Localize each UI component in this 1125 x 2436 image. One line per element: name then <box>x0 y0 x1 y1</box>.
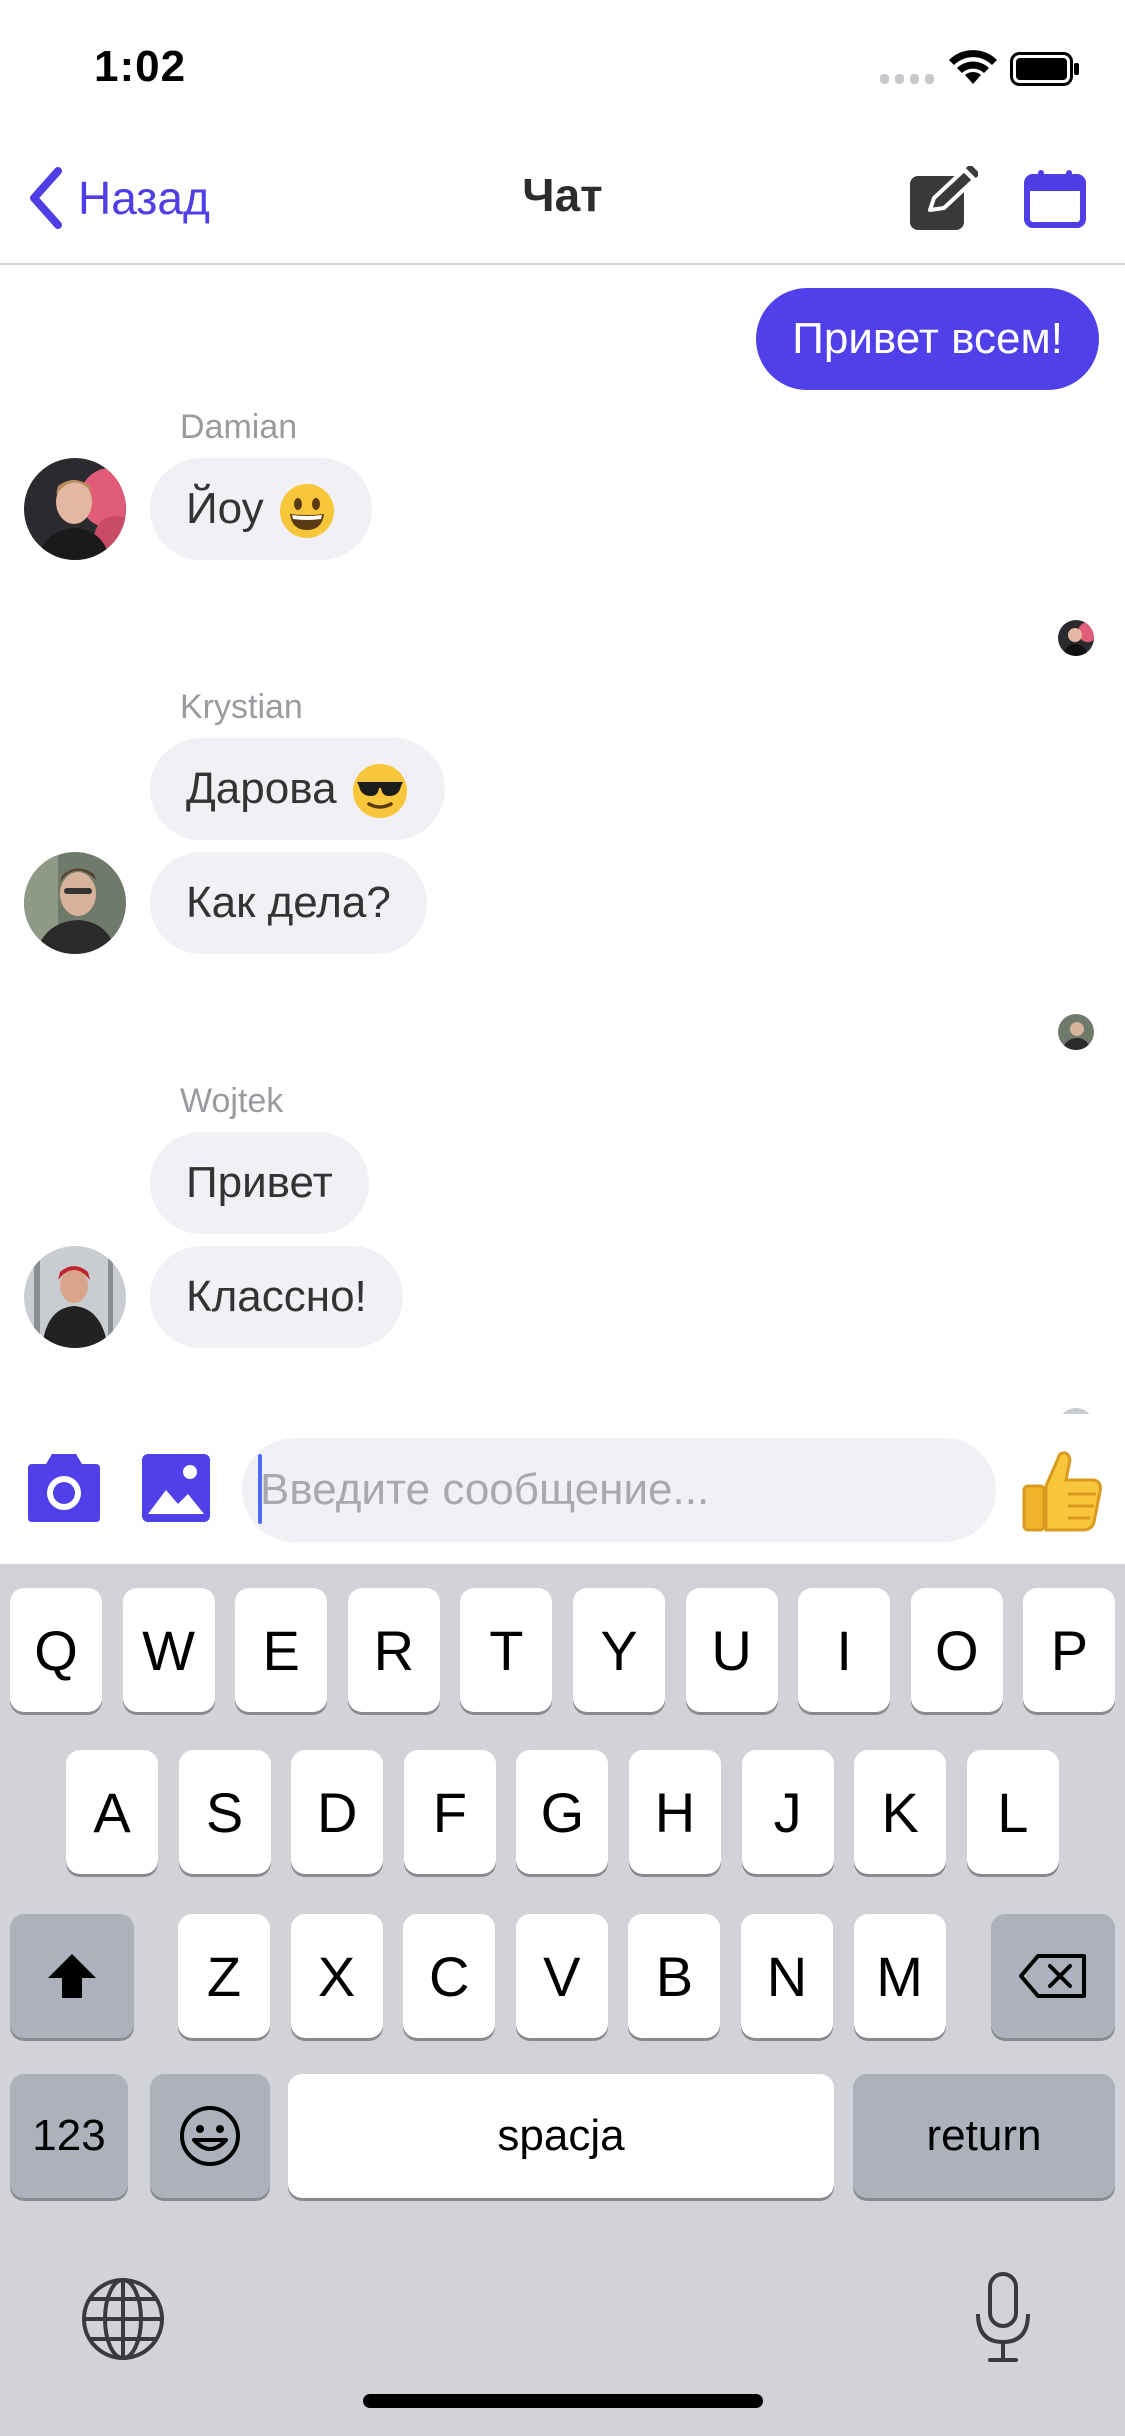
key-t[interactable]: T <box>460 1588 553 1712</box>
sender-name: Wojtek <box>180 1082 284 1120</box>
avatar-wojtek[interactable] <box>24 1246 126 1348</box>
incoming-message[interactable]: Йоу <box>150 458 372 560</box>
edit-icon[interactable] <box>908 166 978 232</box>
sender-name: Krystian <box>180 688 303 726</box>
key-e[interactable]: E <box>235 1588 328 1712</box>
shift-key[interactable] <box>10 1914 134 2038</box>
globe-icon[interactable] <box>80 2276 166 2362</box>
avatar-krystian[interactable] <box>24 852 126 954</box>
key-x[interactable]: X <box>290 1914 383 2038</box>
wifi-icon <box>949 50 997 84</box>
camera-icon[interactable] <box>22 1452 106 1524</box>
grinning-emoji-icon <box>279 484 334 539</box>
key-y[interactable]: Y <box>573 1588 665 1712</box>
key-l[interactable]: L <box>966 1750 1059 1874</box>
home-indicator <box>363 2394 763 2408</box>
key-o[interactable]: O <box>910 1588 1003 1712</box>
key-h[interactable]: H <box>629 1750 721 1874</box>
image-icon[interactable] <box>140 1452 212 1524</box>
key-a[interactable]: A <box>66 1750 158 1874</box>
shift-icon <box>48 1954 96 1998</box>
key-r[interactable]: R <box>347 1588 440 1712</box>
message-text: Дарова <box>186 764 337 813</box>
key-b[interactable]: B <box>628 1914 721 2038</box>
emoji-icon <box>180 2106 240 2166</box>
battery-icon <box>1010 52 1079 86</box>
avatar-damian[interactable] <box>24 458 126 560</box>
read-receipt-avatar <box>1058 620 1094 656</box>
key-d[interactable]: D <box>291 1750 384 1874</box>
key-m[interactable]: M <box>853 1914 946 2038</box>
key-n[interactable]: N <box>741 1914 833 2038</box>
return-key[interactable]: return <box>853 2074 1115 2198</box>
key-p[interactable]: P <box>1023 1588 1116 1712</box>
key-k[interactable]: K <box>854 1750 947 1874</box>
sender-name: Damian <box>180 408 298 446</box>
outgoing-message[interactable]: Привет всем! <box>756 288 1099 390</box>
key-j[interactable]: J <box>741 1750 834 1874</box>
read-receipt-avatar <box>1058 1014 1094 1050</box>
message-input[interactable] <box>242 1438 996 1542</box>
sunglasses-emoji-icon <box>352 764 407 819</box>
key-v[interactable]: V <box>515 1914 608 2038</box>
key-c[interactable]: C <box>403 1914 496 2038</box>
key-w[interactable]: W <box>122 1588 215 1712</box>
incoming-message[interactable]: Дарова <box>150 738 445 840</box>
numbers-key[interactable]: 123 <box>10 2074 128 2198</box>
calendar-icon[interactable] <box>1024 170 1086 228</box>
key-f[interactable]: F <box>403 1750 496 1874</box>
key-s[interactable]: S <box>178 1750 271 1874</box>
thumbs-up-icon[interactable] <box>1016 1446 1104 1534</box>
incoming-message[interactable]: Привет <box>150 1132 369 1234</box>
key-g[interactable]: G <box>516 1750 609 1874</box>
space-key[interactable]: spacja <box>288 2074 834 2198</box>
backspace-icon <box>1019 1954 1086 1998</box>
incoming-message[interactable]: Как дела? <box>150 852 427 954</box>
emoji-key[interactable] <box>150 2074 270 2198</box>
incoming-message[interactable]: Классно! <box>150 1246 403 1348</box>
cellular-signal-icon <box>880 74 934 84</box>
status-time: 1:02 <box>94 42 187 91</box>
backspace-key[interactable] <box>991 1914 1115 2038</box>
microphone-icon[interactable] <box>970 2270 1036 2366</box>
text-cursor <box>258 1454 262 1524</box>
key-i[interactable]: I <box>798 1588 891 1712</box>
key-q[interactable]: Q <box>10 1588 102 1712</box>
keyboard: 123 spacja return QWERTYUIOP ASDFGHJKL ZXC… <box>0 1564 1125 2436</box>
message-text: Йоу <box>186 484 264 533</box>
key-z[interactable]: Z <box>178 1914 270 2038</box>
key-u[interactable]: U <box>685 1588 778 1712</box>
